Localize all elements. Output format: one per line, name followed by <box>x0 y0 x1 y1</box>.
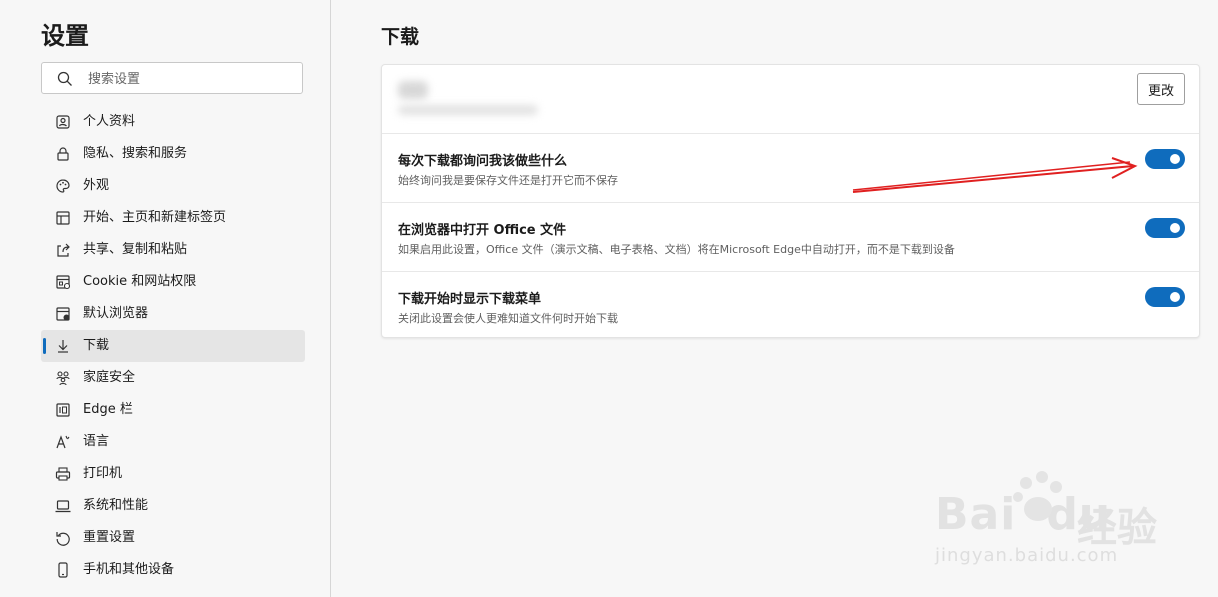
sidebar-item-label: 隐私、搜索和服务 <box>83 146 188 161</box>
toggle-knob <box>1170 154 1180 164</box>
search-icon <box>57 71 72 86</box>
site-permissions-icon <box>56 275 71 290</box>
default-browser-icon <box>56 307 70 321</box>
baidu-watermark: Bai du 经验 jingyan.baidu.com <box>930 465 1190 575</box>
ask-each-download-toggle[interactable] <box>1145 149 1185 169</box>
sidebar-item-label: 系统和性能 <box>83 498 149 513</box>
sidebar-item-label: 打印机 <box>83 466 123 481</box>
sidebar-item-label: 重置设置 <box>83 530 136 545</box>
sidebar-item-default-browser[interactable]: 默认浏览器 <box>41 298 305 330</box>
language-icon <box>56 435 70 449</box>
search-box[interactable] <box>41 62 303 94</box>
sidebar-item-label: Cookie 和网站权限 <box>83 274 197 289</box>
reset-icon <box>56 532 70 546</box>
laptop-icon <box>55 500 71 513</box>
sidebar: 设置 个人资料 隐私、搜索和服务 外观 开始、主页和新建标签页 共享、复制和粘贴 <box>0 0 331 597</box>
open-office-files-toggle[interactable] <box>1145 218 1185 238</box>
printer-icon <box>55 467 71 481</box>
setting-description: 关闭此设置会使人更难知道文件何时开始下载 <box>398 312 618 325</box>
sidebar-item-profile[interactable]: 个人资料 <box>41 106 305 138</box>
sidebar-item-downloads[interactable]: 下载 <box>41 330 305 362</box>
toggle-knob <box>1170 223 1180 233</box>
share-icon <box>57 243 70 257</box>
sidebar-item-label: 共享、复制和粘贴 <box>83 242 188 257</box>
download-icon <box>58 340 68 353</box>
sidebar-item-label: 外观 <box>83 178 110 193</box>
home-icon <box>56 211 70 225</box>
settings-nav: 个人资料 隐私、搜索和服务 外观 开始、主页和新建标签页 共享、复制和粘贴 Co… <box>41 106 305 586</box>
toggle-knob <box>1170 292 1180 302</box>
setting-title: 在浏览器中打开 Office 文件 <box>398 223 567 238</box>
download-location-label-blurred <box>398 81 428 99</box>
palette-icon <box>56 179 70 193</box>
sidebar-item-family[interactable]: 家庭安全 <box>41 362 305 394</box>
sidebar-item-label: 默认浏览器 <box>83 306 149 321</box>
setting-row-open-office-files: 在浏览器中打开 Office 文件 如果启用此设置，Office 文件（演示文稿… <box>382 202 1199 271</box>
sidebar-item-edge-bar[interactable]: Edge 栏 <box>41 394 305 426</box>
download-location-path-blurred <box>398 105 538 115</box>
page-title: 下载 <box>381 26 420 48</box>
download-location-row: 更改 <box>382 65 1199 133</box>
setting-description: 始终询问我是要保存文件还是打开它而不保存 <box>398 174 618 187</box>
profile-icon <box>56 115 70 129</box>
edge-bar-icon <box>56 403 70 417</box>
sidebar-item-label: 开始、主页和新建标签页 <box>83 210 227 225</box>
change-location-button[interactable]: 更改 <box>1137 73 1185 105</box>
setting-description: 如果启用此设置，Office 文件（演示文稿、电子表格、文档）将在Microso… <box>398 243 955 256</box>
sidebar-item-start-home[interactable]: 开始、主页和新建标签页 <box>41 202 305 234</box>
sidebar-item-phone[interactable]: 手机和其他设备 <box>41 554 305 586</box>
paw-icon <box>1013 471 1062 521</box>
watermark-brand-cn: 经验 <box>1077 505 1157 551</box>
show-downloads-menu-toggle[interactable] <box>1145 287 1185 307</box>
lock-icon <box>57 147 69 161</box>
sidebar-item-printer[interactable]: 打印机 <box>41 458 305 490</box>
sidebar-item-cookies[interactable]: Cookie 和网站权限 <box>41 266 305 298</box>
sidebar-item-system[interactable]: 系统和性能 <box>41 490 305 522</box>
sidebar-item-label: Edge 栏 <box>83 402 133 417</box>
sidebar-title: 设置 <box>41 22 89 50</box>
search-input[interactable] <box>86 67 290 91</box>
sidebar-item-language[interactable]: 语言 <box>41 426 305 458</box>
sidebar-item-reset[interactable]: 重置设置 <box>41 522 305 554</box>
sidebar-item-privacy[interactable]: 隐私、搜索和服务 <box>41 138 305 170</box>
sidebar-item-appearance[interactable]: 外观 <box>41 170 305 202</box>
downloads-settings-card: 更改 每次下载都询问我该做些什么 始终询问我是要保存文件还是打开它而不保存 在浏… <box>381 64 1200 338</box>
sidebar-item-label: 手机和其他设备 <box>83 562 175 577</box>
setting-row-ask-each-download: 每次下载都询问我该做些什么 始终询问我是要保存文件还是打开它而不保存 <box>382 133 1199 202</box>
sidebar-item-label: 个人资料 <box>83 114 136 129</box>
family-icon <box>56 371 70 386</box>
setting-title: 下载开始时显示下载菜单 <box>398 292 542 307</box>
phone-icon <box>58 562 68 578</box>
sidebar-item-label: 家庭安全 <box>83 370 136 385</box>
setting-title: 每次下载都询问我该做些什么 <box>398 154 568 169</box>
watermark-url: jingyan.baidu.com <box>935 545 1119 566</box>
watermark-brand: Bai du <box>935 489 1112 540</box>
sidebar-item-label: 下载 <box>83 338 110 353</box>
setting-row-show-downloads-menu: 下载开始时显示下载菜单 关闭此设置会使人更难知道文件何时开始下载 <box>382 271 1199 339</box>
sidebar-item-share[interactable]: 共享、复制和粘贴 <box>41 234 305 266</box>
sidebar-item-label: 语言 <box>83 434 110 449</box>
